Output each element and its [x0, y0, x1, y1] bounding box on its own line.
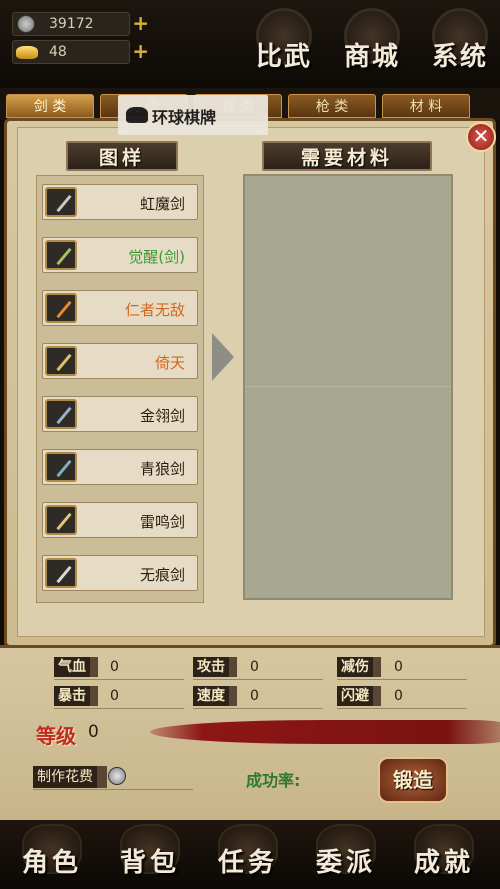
silver-resource: 39172 +	[12, 11, 149, 36]
sword-icon	[45, 240, 77, 270]
divider	[54, 708, 184, 709]
divider	[193, 679, 323, 680]
craft-cost-label: 制作花费	[33, 766, 107, 788]
level-bar	[150, 720, 500, 744]
nav-bag-button[interactable]: 背包	[102, 824, 198, 886]
divider	[193, 708, 323, 709]
divider	[337, 679, 467, 680]
tab-spear[interactable]: 枪 类	[288, 94, 376, 118]
forge-button[interactable]: 锻造	[378, 757, 448, 803]
gold-resource: 48 +	[12, 39, 149, 64]
recipe-item[interactable]: 仁者无敌	[42, 290, 198, 326]
arrow-right-icon	[212, 333, 234, 381]
stat-defense-label: 减伤	[337, 657, 381, 677]
tab-sword[interactable]: 剑 类	[6, 94, 94, 118]
stat-speed-label: 速度	[193, 686, 237, 706]
materials-divider	[245, 386, 451, 387]
close-button[interactable]: ✕	[466, 122, 496, 152]
silver-coin-icon	[17, 15, 35, 33]
pattern-title: 图样	[66, 141, 178, 171]
stat-speed-value: 0	[250, 688, 259, 704]
nav-quest-label: 任务	[217, 848, 278, 878]
top-bar: 39172 + 48 + 比武 商城 系统	[0, 0, 500, 88]
sword-icon	[45, 505, 77, 535]
nav-arena-button[interactable]: 比武	[248, 6, 320, 78]
watermark-text: 环球棋牌	[152, 108, 217, 127]
watermark: 环球棋牌	[118, 95, 268, 135]
recipe-name: 金翎剑	[139, 407, 185, 425]
nav-achievement-label: 成就	[413, 848, 474, 878]
materials-area	[243, 174, 453, 600]
nav-character-label: 角色	[21, 848, 82, 878]
stat-crit-label: 暴击	[54, 686, 98, 706]
level-label: 等级	[36, 724, 76, 748]
stat-attack-label: 攻击	[193, 657, 237, 677]
recipe-name: 无痕剑	[139, 566, 185, 584]
add-gold-button[interactable]: +	[132, 39, 149, 63]
recipe-item[interactable]: 倚天	[42, 343, 198, 379]
recipe-item[interactable]: 金翎剑	[42, 396, 198, 432]
recipe-item[interactable]: 雷鸣剑	[42, 502, 198, 538]
nav-system-label: 系统	[431, 42, 488, 72]
nav-dispatch-button[interactable]: 委派	[298, 824, 394, 886]
nav-achievement-button[interactable]: 成就	[396, 824, 492, 886]
stat-attack-value: 0	[250, 659, 259, 675]
sword-icon	[45, 293, 77, 323]
nav-shop-button[interactable]: 商城	[336, 6, 408, 78]
recipe-name: 仁者无敌	[124, 301, 185, 319]
recipe-list: 虹魔剑 觉醒(剑) 仁者无敌 倚天 金翎剑 青狼剑 雷鸣剑 无痕剑	[36, 175, 204, 603]
recipe-item[interactable]: 青狼剑	[42, 449, 198, 485]
nav-bag-label: 背包	[119, 848, 180, 878]
nav-character-button[interactable]: 角色	[4, 824, 100, 886]
stat-dodge-value: 0	[394, 688, 403, 704]
recipe-name: 觉醒(剑)	[128, 248, 185, 266]
stat-hp-value: 0	[110, 659, 119, 675]
nav-quest-button[interactable]: 任务	[200, 824, 296, 886]
sword-icon	[45, 558, 77, 588]
stat-defense-value: 0	[394, 659, 403, 675]
bottom-nav: 角色 背包 任务 委派 成就	[0, 820, 500, 889]
silver-coin-icon	[108, 767, 126, 785]
recipe-name: 雷鸣剑	[139, 513, 185, 531]
nav-dispatch-label: 委派	[315, 848, 376, 878]
stat-dodge-label: 闪避	[337, 686, 381, 706]
silver-amount: 39172	[49, 16, 94, 32]
nav-system-button[interactable]: 系统	[424, 6, 496, 78]
nav-arena-label: 比武	[255, 42, 312, 72]
watermark-logo-icon	[126, 107, 148, 123]
sword-icon	[45, 346, 77, 376]
nav-shop-label: 商城	[343, 42, 400, 72]
divider	[54, 679, 184, 680]
divider	[337, 708, 467, 709]
success-rate-label: 成功率:	[246, 771, 301, 790]
recipe-item[interactable]: 虹魔剑	[42, 184, 198, 220]
recipe-name: 倚天	[154, 354, 185, 372]
recipe-item[interactable]: 觉醒(剑)	[42, 237, 198, 273]
materials-title: 需要材料	[262, 141, 432, 171]
add-silver-button[interactable]: +	[132, 11, 149, 35]
recipe-name: 虹魔剑	[139, 195, 185, 213]
sword-icon	[45, 187, 77, 217]
stat-crit-value: 0	[110, 688, 119, 704]
stat-hp-label: 气血	[54, 657, 98, 677]
gold-amount: 48	[49, 44, 67, 60]
divider	[33, 789, 193, 790]
sword-icon	[45, 399, 77, 429]
recipe-name: 青狼剑	[139, 460, 185, 478]
gold-ingot-icon	[16, 46, 38, 59]
sword-icon	[45, 452, 77, 482]
tab-materials[interactable]: 材 料	[382, 94, 470, 118]
level-value: 0	[88, 722, 99, 742]
recipe-item[interactable]: 无痕剑	[42, 555, 198, 591]
